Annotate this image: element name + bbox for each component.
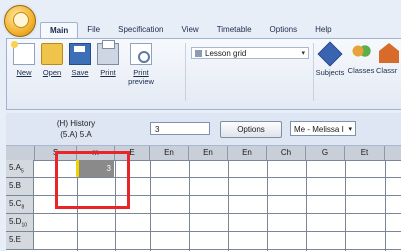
column-header bbox=[385, 146, 401, 160]
print-label: Print bbox=[100, 68, 116, 77]
column-header[interactable]: G bbox=[306, 146, 345, 160]
floppy-disk-icon bbox=[69, 43, 91, 65]
row-label: 5.D10 bbox=[6, 214, 34, 231]
grid-corner bbox=[6, 146, 35, 160]
new-document-icon bbox=[11, 41, 35, 65]
lesson-subject: (H) History bbox=[56, 119, 96, 128]
tab-help[interactable]: Help bbox=[306, 22, 340, 38]
ribbon-separator bbox=[313, 43, 314, 101]
tab-timetable[interactable]: Timetable bbox=[208, 22, 261, 38]
ribbon-tabs: Main File Specification View Timetable O… bbox=[40, 22, 401, 39]
highlight-box bbox=[55, 151, 130, 209]
print-preview-label-1: Print bbox=[133, 68, 149, 77]
open-button[interactable]: Open bbox=[39, 43, 65, 77]
options-button[interactable]: Options bbox=[220, 121, 282, 138]
app-window: Main File Specification View Timetable O… bbox=[0, 0, 401, 251]
lesson-class: (5.A) 5.A bbox=[60, 130, 92, 139]
grid-line bbox=[189, 160, 190, 251]
grid-line bbox=[306, 160, 307, 251]
grid-line bbox=[150, 160, 151, 251]
grid-line bbox=[228, 160, 229, 251]
subjects-label: Subjects bbox=[315, 68, 345, 77]
teacher-select[interactable]: Me - Melissa I ▾ bbox=[290, 121, 356, 136]
subjects-button[interactable]: Subjects bbox=[315, 41, 345, 77]
chevron-down-icon: ▾ bbox=[348, 126, 352, 133]
table-row[interactable]: 5.E bbox=[6, 232, 401, 250]
print-preview-icon bbox=[130, 43, 152, 65]
column-header[interactable]: En bbox=[150, 146, 189, 160]
row-label: 5.A5 bbox=[6, 160, 34, 177]
grid-line bbox=[267, 160, 268, 251]
teacher-select-value: Me - Melissa I bbox=[294, 125, 344, 134]
column-header[interactable]: Et bbox=[345, 146, 385, 160]
new-label: New bbox=[16, 68, 32, 77]
grid-line bbox=[345, 160, 346, 251]
row-label: 5.E bbox=[6, 232, 34, 249]
tab-main[interactable]: Main bbox=[40, 22, 79, 39]
table-row[interactable]: 5.D10 bbox=[6, 214, 401, 232]
row-label: 5.B bbox=[6, 178, 34, 195]
tab-specification[interactable]: Specification bbox=[109, 22, 172, 38]
lesson-info-bar: (H) History (5.A) 5.A 3 Options Me - Mel… bbox=[6, 113, 401, 146]
ribbon-separator bbox=[185, 43, 186, 101]
tab-view[interactable]: View bbox=[172, 22, 207, 38]
lesson-title: (H) History (5.A) 5.A bbox=[41, 118, 111, 140]
ribbon-main: New Open Save Print Print preview Lesson… bbox=[6, 38, 401, 110]
lesson-count-input[interactable]: 3 bbox=[150, 122, 210, 135]
grid-line bbox=[385, 160, 386, 251]
grid-view-icon bbox=[195, 50, 202, 57]
classrooms-button[interactable]: Classr bbox=[376, 43, 401, 75]
row-label: 5.C8 bbox=[6, 196, 34, 213]
column-header[interactable]: Ch bbox=[267, 146, 306, 160]
folder-open-icon bbox=[41, 43, 63, 65]
column-header[interactable]: En bbox=[189, 146, 228, 160]
chevron-down-icon: ▾ bbox=[301, 50, 305, 57]
tab-file[interactable]: File bbox=[78, 22, 109, 38]
printer-icon bbox=[97, 40, 119, 65]
classes-button[interactable]: Classes bbox=[347, 43, 375, 75]
column-header[interactable]: En bbox=[228, 146, 267, 160]
view-combo-value: Lesson grid bbox=[205, 49, 247, 58]
tab-options[interactable]: Options bbox=[261, 22, 307, 38]
view-combo[interactable]: Lesson grid ▾ bbox=[191, 47, 309, 59]
print-preview-button[interactable]: Print preview bbox=[123, 43, 159, 86]
print-preview-label-2: preview bbox=[128, 77, 154, 86]
subjects-icon bbox=[317, 41, 343, 67]
app-menu-orb-icon[interactable] bbox=[4, 5, 36, 37]
new-button[interactable]: New bbox=[11, 41, 37, 77]
open-label: Open bbox=[42, 68, 62, 77]
save-label: Save bbox=[71, 68, 89, 77]
classes-icon bbox=[351, 43, 371, 63]
classes-label: Classes bbox=[347, 66, 375, 75]
save-button[interactable]: Save bbox=[67, 43, 93, 77]
classrooms-icon bbox=[379, 43, 399, 63]
print-button[interactable]: Print bbox=[95, 40, 121, 77]
classrooms-label: Classr bbox=[376, 66, 398, 75]
